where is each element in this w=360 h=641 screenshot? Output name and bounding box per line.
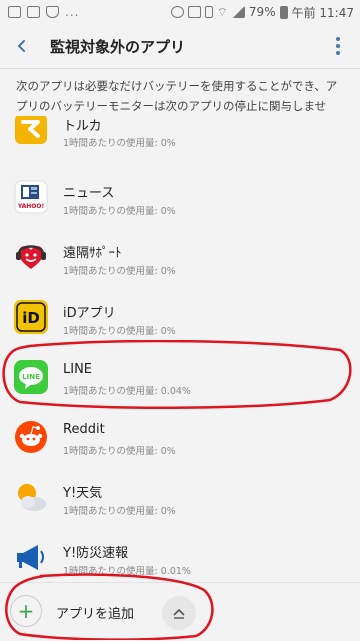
app-usage: 1時間あたりの使用量: 0.04% — [63, 386, 191, 397]
scroll-top-icon[interactable] — [162, 596, 196, 630]
app-list[interactable]: トルカ 1時間あたりの使用量: 0% YAHOO! ニュース 1時間あたりの使用… — [0, 116, 360, 582]
vibrate-icon — [204, 6, 213, 18]
battery-icon — [279, 5, 288, 19]
app-name: iDアプリ — [63, 306, 116, 321]
battery-percent: 79% — [248, 5, 276, 19]
list-item-toruca[interactable]: トルカ 1時間あたりの使用量: 0% — [0, 116, 360, 168]
line-logo-text: LINE — [22, 373, 40, 381]
list-item-reddit[interactable]: Reddit 1時間あたりの使用量: 0% — [0, 412, 360, 468]
yahoo-disaster-icon — [14, 540, 48, 574]
page-title: 監視対象外のアプリ — [50, 37, 186, 56]
more-vert-icon[interactable] — [326, 32, 350, 60]
signal-icon — [231, 6, 245, 18]
app-name: Reddit — [63, 422, 105, 437]
app-name: ニュース — [63, 186, 115, 201]
plus-icon[interactable]: + — [10, 595, 42, 627]
nfc-icon — [187, 6, 201, 18]
status-bar: ... ⌔ 79% 午前 11:47 — [0, 0, 360, 24]
yahoo-weather-icon — [14, 480, 48, 514]
gallery-notification-icon — [8, 6, 21, 18]
reddit-icon — [14, 420, 48, 454]
yahoo-logo-text: YAHOO! — [17, 203, 44, 210]
app-usage: 1時間あたりの使用量: 0% — [63, 326, 176, 337]
toruca-icon — [14, 116, 48, 146]
id-logo-text: iD — [22, 309, 40, 327]
app-usage: 1時間あたりの使用量: 0.01% — [63, 566, 191, 577]
list-item-news[interactable]: YAHOO! ニュース 1時間あたりの使用量: 0% — [0, 172, 360, 228]
remote-support-icon — [14, 240, 48, 274]
header-divider — [0, 68, 360, 69]
app-name: LINE — [63, 362, 93, 377]
shield-notification-icon — [46, 6, 59, 18]
app-usage: 1時間あたりの使用量: 0% — [63, 206, 176, 217]
app-name: Y!天気 — [63, 486, 103, 501]
mail-notification-icon — [27, 6, 40, 18]
list-item-yahoo-weather[interactable]: Y!天気 1時間あたりの使用量: 0% — [0, 472, 360, 528]
app-usage: 1時間あたりの使用量: 0% — [63, 506, 176, 517]
bottom-bar: + アプリを追加 — [0, 582, 360, 641]
list-item-yahoo-disaster[interactable]: Y!防災速報 1時間あたりの使用量: 0.01% — [0, 532, 360, 582]
app-name: トルカ — [63, 119, 102, 134]
app-name: Y!防災速報 — [63, 546, 129, 561]
back-arrow-icon[interactable] — [0, 24, 44, 68]
line-icon: LINE — [14, 360, 48, 394]
list-item-id-app[interactable]: iD iDアプリ 1時間あたりの使用量: 0% — [0, 292, 360, 348]
app-usage: 1時間あたりの使用量: 0% — [63, 446, 176, 457]
wifi-icon: ⌔ — [216, 4, 228, 19]
alarm-icon — [170, 6, 184, 18]
app-name: 遠隔ｻﾎﾟｰﾄ — [63, 246, 122, 261]
id-app-icon: iD — [14, 300, 48, 334]
app-usage: 1時間あたりの使用量: 0% — [63, 138, 176, 149]
more-notifications: ... — [65, 5, 80, 19]
add-app-label[interactable]: アプリを追加 — [56, 603, 134, 622]
yahoo-news-icon: YAHOO! — [14, 180, 48, 214]
app-bar: 監視対象外のアプリ — [0, 24, 360, 68]
clock: 午前 11:47 — [291, 5, 354, 20]
list-item-remote-support[interactable]: 遠隔ｻﾎﾟｰﾄ 1時間あたりの使用量: 0% — [0, 232, 360, 288]
list-item-line[interactable]: LINE LINE 1時間あたりの使用量: 0.04% — [0, 352, 360, 408]
app-usage: 1時間あたりの使用量: 0% — [63, 266, 176, 277]
